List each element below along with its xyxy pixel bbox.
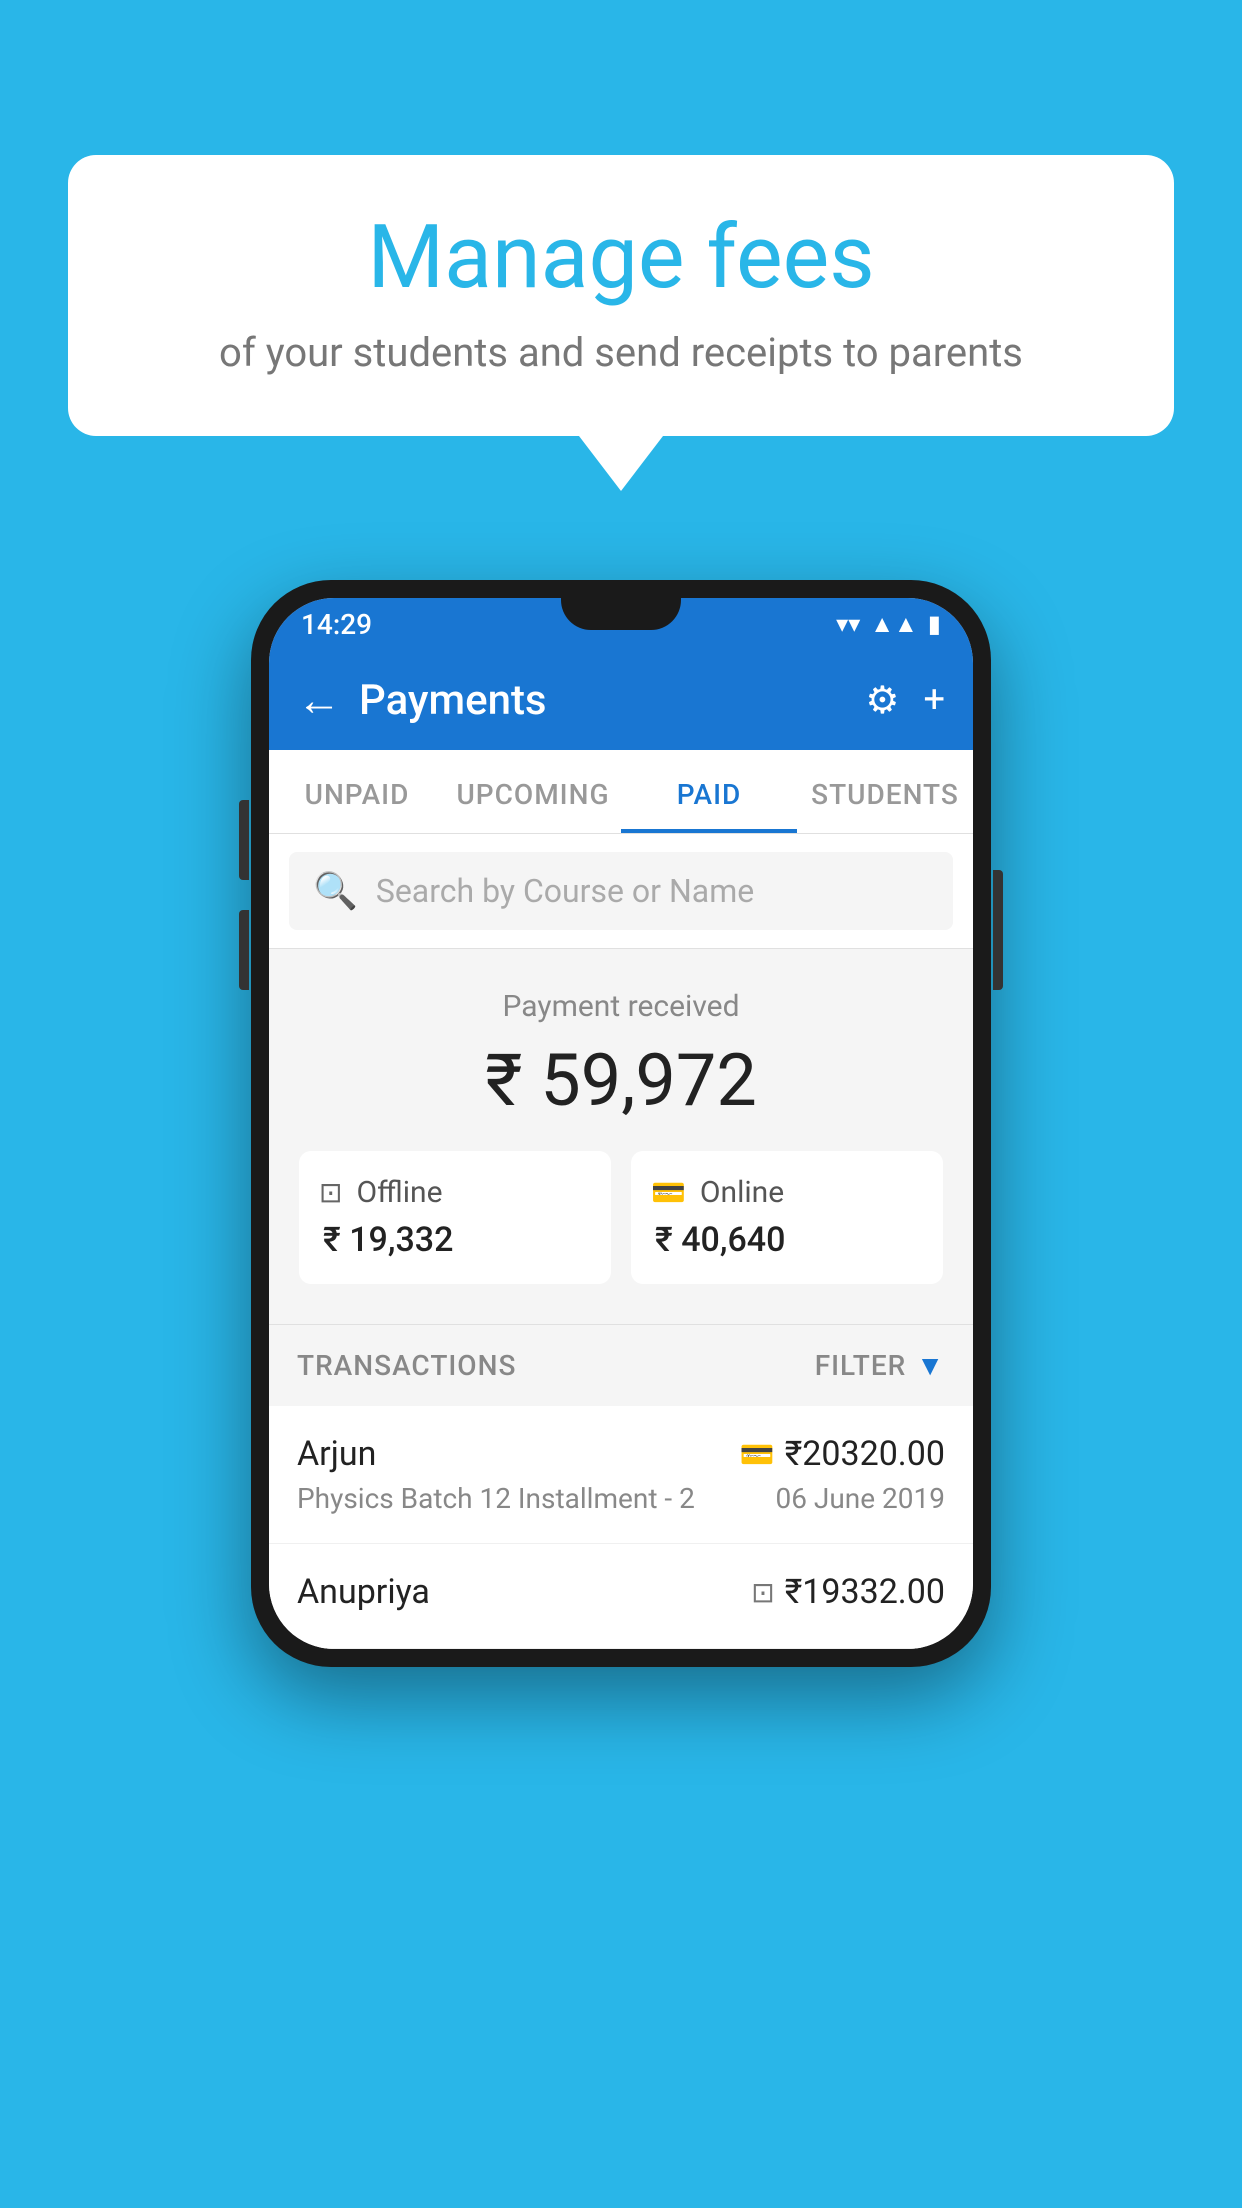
volume-up-button (239, 800, 249, 880)
speech-bubble: Manage fees of your students and send re… (68, 155, 1174, 436)
status-icons: ▾▾ ▲▲ ▮ (836, 610, 941, 639)
transaction-row1: Arjun 💳 ₹20320.00 (297, 1434, 945, 1474)
offline-payment-icon: ⊡ (751, 1576, 774, 1609)
payment-summary: Payment received ₹ 59,972 ⊡ Offline ₹ 19… (269, 949, 973, 1324)
transaction-row2: Physics Batch 12 Installment - 2 06 June… (297, 1482, 945, 1515)
transaction-name: Arjun (297, 1434, 376, 1474)
wifi-icon: ▾▾ (836, 610, 860, 638)
offline-card: ⊡ Offline ₹ 19,332 (299, 1151, 611, 1284)
add-button[interactable]: + (923, 678, 945, 722)
offline-card-header: ⊡ Offline (319, 1175, 591, 1210)
search-box[interactable]: 🔍 Search by Course or Name (289, 852, 953, 930)
filter-icon: ▼ (916, 1349, 945, 1382)
speech-bubble-title: Manage fees (128, 210, 1114, 307)
page-title: Payments (359, 676, 547, 725)
phone-container: 14:29 ▾▾ ▲▲ ▮ ← Payments ⚙ + (251, 580, 991, 1667)
settings-button[interactable]: ⚙ (865, 678, 899, 723)
tab-upcoming[interactable]: UPCOMING (445, 750, 621, 833)
app-bar-left: ← Payments (297, 676, 547, 725)
table-row[interactable]: Arjun 💳 ₹20320.00 Physics Batch 12 Insta… (269, 1406, 973, 1544)
online-card-header: 💳 Online (651, 1175, 923, 1210)
signal-icon: ▲▲ (870, 610, 918, 639)
filter-label: FILTER (815, 1349, 907, 1382)
volume-down-button (239, 910, 249, 990)
tab-unpaid[interactable]: UNPAID (269, 750, 445, 833)
battery-icon: ▮ (928, 610, 941, 638)
online-amount: ₹ 40,640 (651, 1220, 923, 1260)
power-button (993, 870, 1003, 990)
offline-amount: ₹ 19,332 (319, 1220, 591, 1260)
payment-cards: ⊡ Offline ₹ 19,332 💳 Online ₹ 40,640 (299, 1151, 943, 1284)
transaction-row1: Anupriya ⊡ ₹19332.00 (297, 1572, 945, 1612)
speech-bubble-subtitle: of your students and send receipts to pa… (128, 329, 1114, 376)
card-icon: 💳 (740, 1438, 775, 1471)
transactions-label: TRANSACTIONS (297, 1349, 516, 1382)
background: Manage fees of your students and send re… (0, 0, 1242, 2208)
phone-screen-wrapper: 14:29 ▾▾ ▲▲ ▮ ← Payments ⚙ + (269, 598, 973, 1649)
transaction-amount-container: 💳 ₹20320.00 (740, 1434, 945, 1474)
notch (561, 598, 681, 630)
phone-outer: 14:29 ▾▾ ▲▲ ▮ ← Payments ⚙ + (251, 580, 991, 1667)
transaction-amount: ₹20320.00 (785, 1434, 945, 1474)
tab-students[interactable]: STUDENTS (797, 750, 973, 833)
online-card: 💳 Online ₹ 40,640 (631, 1151, 943, 1284)
transaction-amount: ₹19332.00 (785, 1572, 945, 1612)
transaction-amount-container: ⊡ ₹19332.00 (751, 1572, 945, 1612)
tabs-container: UNPAID UPCOMING PAID STUDENTS (269, 750, 973, 834)
speech-bubble-arrow (579, 436, 663, 491)
transaction-name: Anupriya (297, 1572, 430, 1612)
speech-bubble-container: Manage fees of your students and send re… (68, 155, 1174, 491)
tab-paid[interactable]: PAID (621, 750, 797, 833)
transaction-date: 06 June 2019 (775, 1482, 945, 1515)
search-input[interactable]: Search by Course or Name (376, 872, 754, 910)
offline-icon: ⊡ (319, 1176, 342, 1209)
payment-total-amount: ₹ 59,972 (299, 1038, 943, 1123)
status-bar: 14:29 ▾▾ ▲▲ ▮ (269, 598, 973, 650)
search-icon: 🔍 (313, 870, 358, 912)
online-label: Online (700, 1175, 784, 1210)
online-icon: 💳 (651, 1176, 686, 1209)
transaction-course: Physics Batch 12 Installment - 2 (297, 1482, 695, 1515)
offline-label: Offline (356, 1175, 442, 1210)
status-time: 14:29 (301, 608, 372, 641)
payment-received-label: Payment received (299, 989, 943, 1024)
transactions-header: TRANSACTIONS FILTER ▼ (269, 1324, 973, 1406)
app-bar-right: ⚙ + (865, 678, 945, 723)
filter-button[interactable]: FILTER ▼ (815, 1349, 945, 1382)
app-bar: ← Payments ⚙ + (269, 650, 973, 750)
table-row[interactable]: Anupriya ⊡ ₹19332.00 (269, 1544, 973, 1649)
search-container: 🔍 Search by Course or Name (269, 834, 973, 949)
back-button[interactable]: ← (297, 678, 341, 722)
